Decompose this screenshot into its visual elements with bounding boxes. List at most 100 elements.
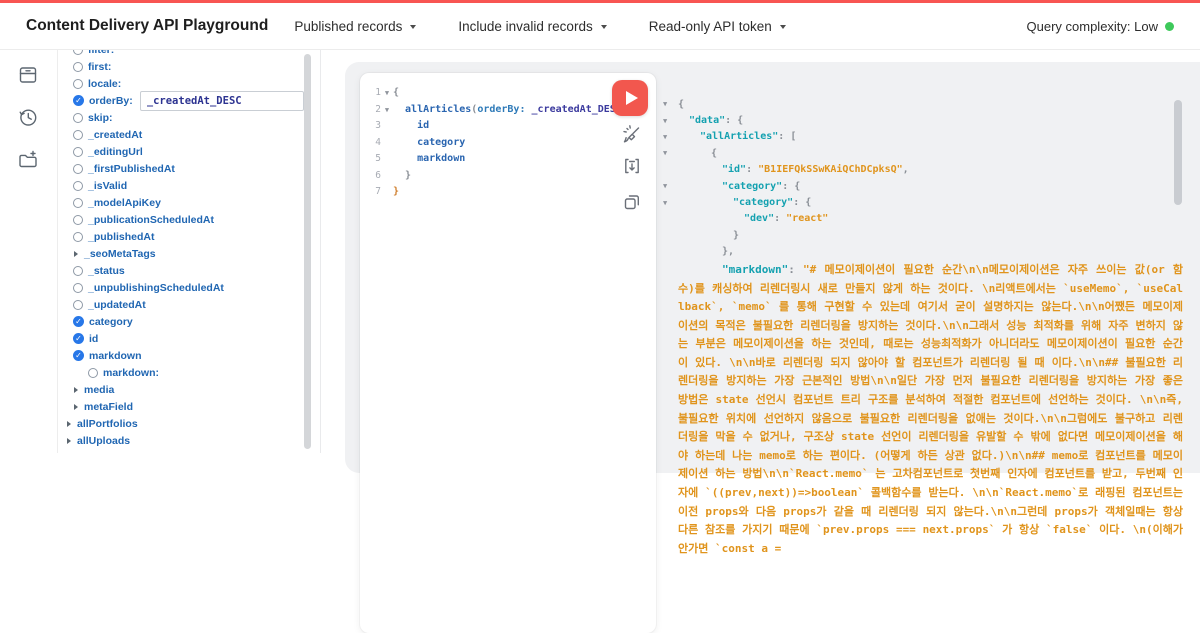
field-label: metaField	[84, 401, 133, 413]
json-row: ▼{	[663, 96, 1185, 112]
code-token: _createdAt_DESC	[525, 102, 621, 119]
field-label: _firstPublishedAt	[88, 163, 175, 175]
response-viewer: ▼{ ▼"data": { ▼"allArticles": [ ▼{ "id":…	[663, 96, 1185, 558]
explorer-arg-first[interactable]: first:	[58, 58, 304, 75]
play-icon	[626, 91, 638, 105]
expand-arrow-icon[interactable]	[67, 438, 71, 444]
checked-radio-icon[interactable]: ✓	[73, 95, 84, 106]
query-editor-card[interactable]: 1▼{ 2▼ allArticles(orderBy: _createdAt_D…	[360, 73, 656, 633]
explorer-field-allportfolios[interactable]: allPortfolios	[58, 415, 304, 432]
fold-arrow-icon[interactable]: ▼	[663, 133, 678, 141]
menu-published-records[interactable]: Published records	[294, 19, 416, 34]
orderby-value-input[interactable]	[140, 91, 304, 111]
menu-include-invalid-records[interactable]: Include invalid records	[458, 19, 606, 34]
fold-arrow-icon[interactable]: ▼	[663, 117, 678, 125]
field-label: markdown	[89, 350, 142, 362]
checked-radio-icon[interactable]: ✓	[73, 333, 84, 344]
explorer-field-firstpublishedat[interactable]: _firstPublishedAt	[58, 160, 304, 177]
fold-arrow-icon[interactable]: ▼	[381, 85, 393, 102]
execute-query-button[interactable]	[612, 80, 648, 116]
saved-queries-folder-icon[interactable]	[17, 149, 39, 171]
fold-arrow-icon[interactable]: ▼	[663, 100, 678, 108]
json-row: ▼"category": {	[663, 194, 1185, 210]
field-label: _unpublishingScheduledAt	[88, 282, 224, 294]
menu-api-token[interactable]: Read-only API token	[649, 19, 786, 34]
explorer-field-category[interactable]: ✓category	[58, 313, 304, 330]
radio-icon[interactable]	[73, 147, 83, 157]
explorer-field-createdat[interactable]: _createdAt	[58, 126, 304, 143]
fold-arrow-icon[interactable]: ▼	[381, 102, 393, 119]
field-label: allUploads	[77, 435, 130, 447]
explorer-field-publishedat[interactable]: _publishedAt	[58, 228, 304, 245]
radio-icon[interactable]	[73, 300, 83, 310]
fold-arrow-icon[interactable]: ▼	[663, 149, 678, 157]
expand-arrow-icon[interactable]	[74, 251, 78, 257]
history-icon[interactable]	[17, 106, 39, 128]
explorer-field-editingurl[interactable]: _editingUrl	[58, 143, 304, 160]
json-key: "dev"	[744, 213, 774, 224]
radio-icon[interactable]	[73, 283, 83, 293]
explorer-field-updatedat[interactable]: _updatedAt	[58, 296, 304, 313]
explorer-arg-locale[interactable]: locale:	[58, 75, 304, 92]
explorer-field-publicationscheduledat[interactable]: _publicationScheduledAt	[58, 211, 304, 228]
code-token: category	[393, 135, 465, 152]
explorer-field-metafield[interactable]: metaField	[58, 398, 304, 415]
explorer-arg-orderby[interactable]: ✓ orderBy:	[58, 92, 304, 109]
radio-icon[interactable]	[73, 198, 83, 208]
arg-label: first:	[88, 61, 111, 73]
prettify-icon[interactable]	[621, 123, 643, 145]
code-token: {	[393, 85, 399, 102]
fold-arrow-icon[interactable]: ▼	[663, 199, 678, 207]
editor-line: 7}	[360, 184, 656, 201]
expand-arrow-icon[interactable]	[74, 387, 78, 393]
merge-fragments-icon[interactable]	[621, 155, 643, 177]
explorer-field-article[interactable]: article	[58, 449, 304, 453]
line-number: 6	[360, 168, 381, 185]
radio-icon[interactable]	[73, 266, 83, 276]
checked-radio-icon[interactable]: ✓	[73, 316, 84, 327]
radio-icon[interactable]	[73, 215, 83, 225]
response-scrollbar[interactable]	[1174, 100, 1182, 205]
field-label: _publicationScheduledAt	[88, 214, 214, 226]
copy-query-icon[interactable]	[621, 191, 643, 213]
explorer-field-media[interactable]: media	[58, 381, 304, 398]
json-value: "B1IEFQkSSwKAiQChDCpksQ"	[758, 164, 903, 175]
json-value: "# 메모이제이션이 필요한 순간\n\n메모이제이션은 자주 쓰이는 값(or…	[678, 263, 1183, 555]
explorer-field-seometatags[interactable]: _seoMetaTags	[58, 245, 304, 262]
menu-label: Read-only API token	[649, 19, 772, 34]
radio-icon[interactable]	[73, 164, 83, 174]
docs-explorer-icon[interactable]	[17, 64, 39, 86]
radio-icon[interactable]	[73, 50, 83, 55]
explorer-field-status[interactable]: _status	[58, 262, 304, 279]
explorer-arg-markdown[interactable]: markdown:	[58, 364, 304, 381]
explorer-arg-skip[interactable]: skip:	[58, 109, 304, 126]
json-key: "id"	[722, 164, 746, 175]
radio-icon[interactable]	[73, 232, 83, 242]
radio-icon[interactable]	[73, 79, 83, 89]
expand-arrow-icon[interactable]	[67, 421, 71, 427]
explorer-scrollbar[interactable]	[304, 54, 311, 449]
explorer-field-markdown[interactable]: ✓ markdown	[58, 347, 304, 364]
graphiql-session-panel: 1▼{ 2▼ allArticles(orderBy: _createdAt_D…	[345, 62, 1200, 473]
radio-icon[interactable]	[73, 130, 83, 140]
explorer-field-modelapikey[interactable]: _modelApiKey	[58, 194, 304, 211]
explorer-field-isvalid[interactable]: _isValid	[58, 177, 304, 194]
json-punct: {	[805, 197, 811, 208]
explorer-field-id[interactable]: ✓id	[58, 330, 304, 347]
explorer-arg-filter[interactable]: filter:	[58, 50, 304, 58]
json-punct: :	[782, 181, 794, 192]
fold-arrow-icon[interactable]: ▼	[663, 182, 678, 190]
query-complexity: Query complexity: Low	[1027, 19, 1175, 34]
radio-icon[interactable]	[73, 113, 83, 123]
arg-label: orderBy:	[89, 95, 133, 107]
json-row: ▼"category": {	[663, 178, 1185, 194]
checked-radio-icon[interactable]: ✓	[73, 350, 84, 361]
explorer-field-unpublishingscheduledat[interactable]: _unpublishingScheduledAt	[58, 279, 304, 296]
expand-arrow-icon[interactable]	[74, 404, 78, 410]
radio-icon[interactable]	[73, 181, 83, 191]
radio-icon[interactable]	[88, 368, 98, 378]
menu-label: Include invalid records	[458, 19, 592, 34]
field-label: allPortfolios	[77, 418, 138, 430]
radio-icon[interactable]	[73, 62, 83, 72]
explorer-field-alluploads[interactable]: allUploads	[58, 432, 304, 449]
